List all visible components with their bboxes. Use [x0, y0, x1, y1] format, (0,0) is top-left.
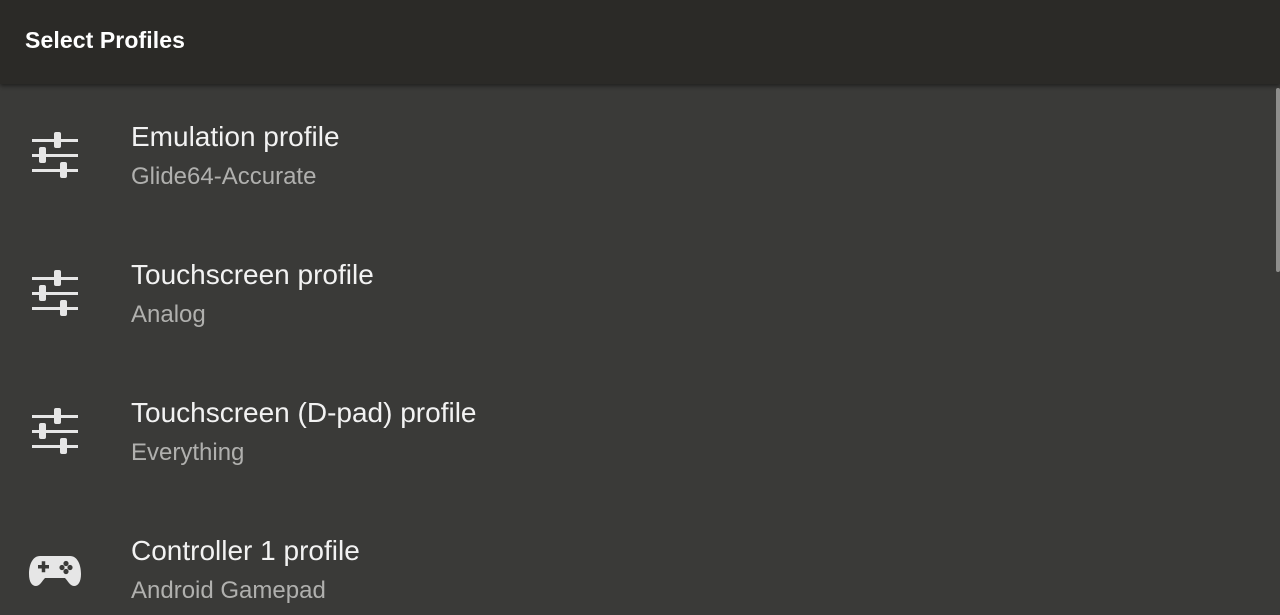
page-title: Select Profiles	[25, 27, 186, 53]
item-title: Controller 1 profile	[131, 535, 360, 566]
settings-sliders-icon	[28, 406, 82, 458]
settings-sliders-icon	[28, 130, 82, 182]
item-summary: Analog	[131, 301, 206, 328]
list-item-touchscreen-profile[interactable]: Touchscreen profile Analog	[0, 222, 1270, 360]
select-profiles-screen: Select Profiles Emulation profile Glide6…	[0, 0, 1280, 615]
scrollbar[interactable]	[1276, 88, 1280, 272]
list-item-touchscreen-dpad-profile[interactable]: Touchscreen (D-pad) profile Everything	[0, 360, 1270, 498]
profiles-list: Emulation profile Glide64-Accurate Touch…	[0, 84, 1280, 615]
item-title: Emulation profile	[131, 121, 340, 152]
item-summary: Glide64-Accurate	[131, 163, 317, 190]
gamepad-icon	[28, 544, 82, 596]
item-summary: Android Gamepad	[131, 577, 326, 604]
item-title: Touchscreen (D-pad) profile	[131, 397, 477, 428]
app-bar: Select Profiles	[0, 0, 1280, 84]
item-summary: Everything	[131, 439, 245, 466]
settings-sliders-icon	[28, 268, 82, 320]
list-item-controller-1-profile[interactable]: Controller 1 profile Android Gamepad	[0, 498, 1270, 615]
item-title: Touchscreen profile	[131, 259, 374, 290]
list-item-emulation-profile[interactable]: Emulation profile Glide64-Accurate	[0, 84, 1270, 222]
